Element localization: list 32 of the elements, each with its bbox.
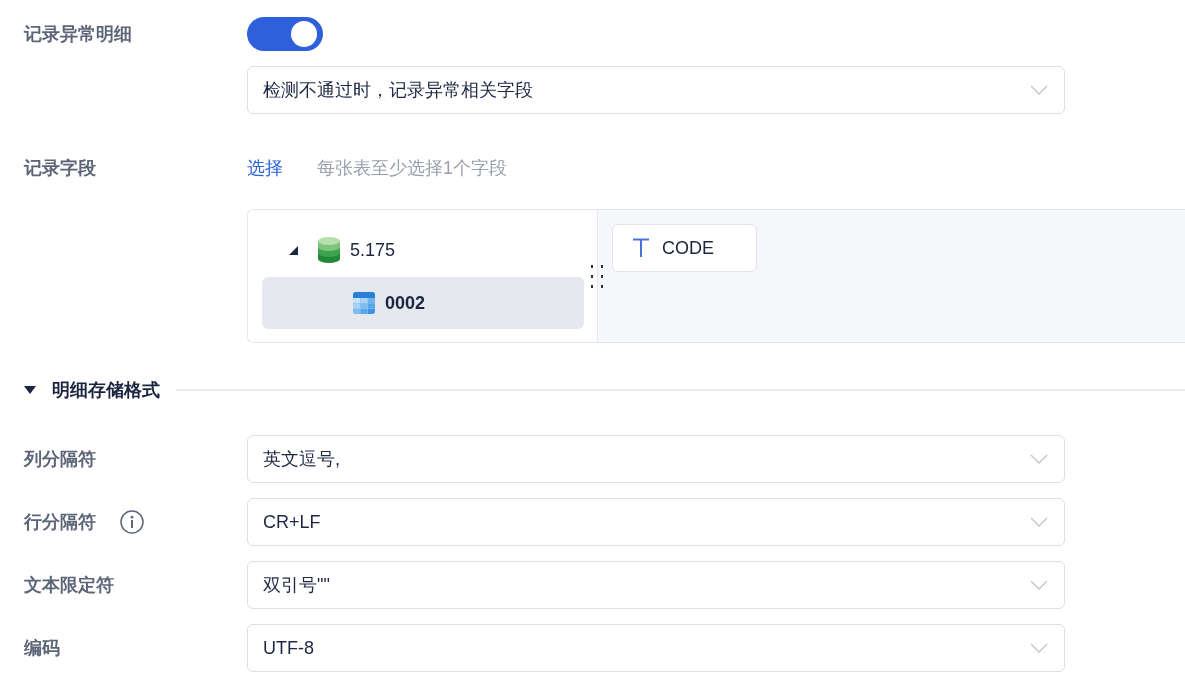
drag-handle-icon[interactable] bbox=[589, 264, 605, 290]
dropdown-select[interactable]: 检测不通过时，记录异常相关字段 bbox=[247, 66, 1065, 114]
text-type-icon bbox=[632, 238, 650, 258]
chevron-down-icon bbox=[1030, 517, 1048, 527]
field-label: 记录字段 bbox=[24, 156, 96, 180]
field-chip[interactable]: CODE bbox=[612, 224, 757, 272]
table-icon bbox=[353, 292, 375, 314]
tree-item[interactable]: 5.175 bbox=[262, 224, 584, 276]
toggle-switch[interactable] bbox=[247, 17, 323, 51]
tree-item[interactable]: 0002 bbox=[262, 277, 584, 329]
dropdown-select[interactable]: UTF-8 bbox=[247, 624, 1065, 672]
field-label: 列分隔符 bbox=[24, 447, 96, 471]
field-label: 文本限定符 bbox=[24, 573, 114, 597]
section-title: 明细存储格式 bbox=[52, 378, 160, 402]
chevron-down-icon bbox=[1030, 643, 1048, 653]
chevron-down-icon bbox=[1030, 580, 1048, 590]
dropdown-select[interactable]: 双引号"" bbox=[247, 561, 1065, 609]
caret-down-icon[interactable] bbox=[24, 386, 36, 394]
dropdown-select[interactable]: CR+LF bbox=[247, 498, 1065, 546]
caret-icon[interactable] bbox=[288, 245, 298, 255]
chevron-down-icon bbox=[1030, 85, 1048, 95]
field-label: 编码 bbox=[24, 636, 60, 660]
field-label: 记录异常明细 bbox=[24, 22, 132, 46]
chevron-down-icon bbox=[1030, 454, 1048, 464]
database-icon bbox=[318, 237, 340, 263]
info-icon[interactable] bbox=[120, 510, 144, 534]
tree-item-label: 5.175 bbox=[350, 238, 396, 262]
field-label: 行分隔符 bbox=[24, 510, 96, 534]
dropdown-select[interactable]: 英文逗号, bbox=[247, 435, 1065, 483]
select-link[interactable]: 选择 bbox=[247, 154, 283, 182]
tree-item-label: 0002 bbox=[385, 291, 426, 315]
hint-text: 每张表至少选择1个字段 bbox=[317, 156, 507, 180]
